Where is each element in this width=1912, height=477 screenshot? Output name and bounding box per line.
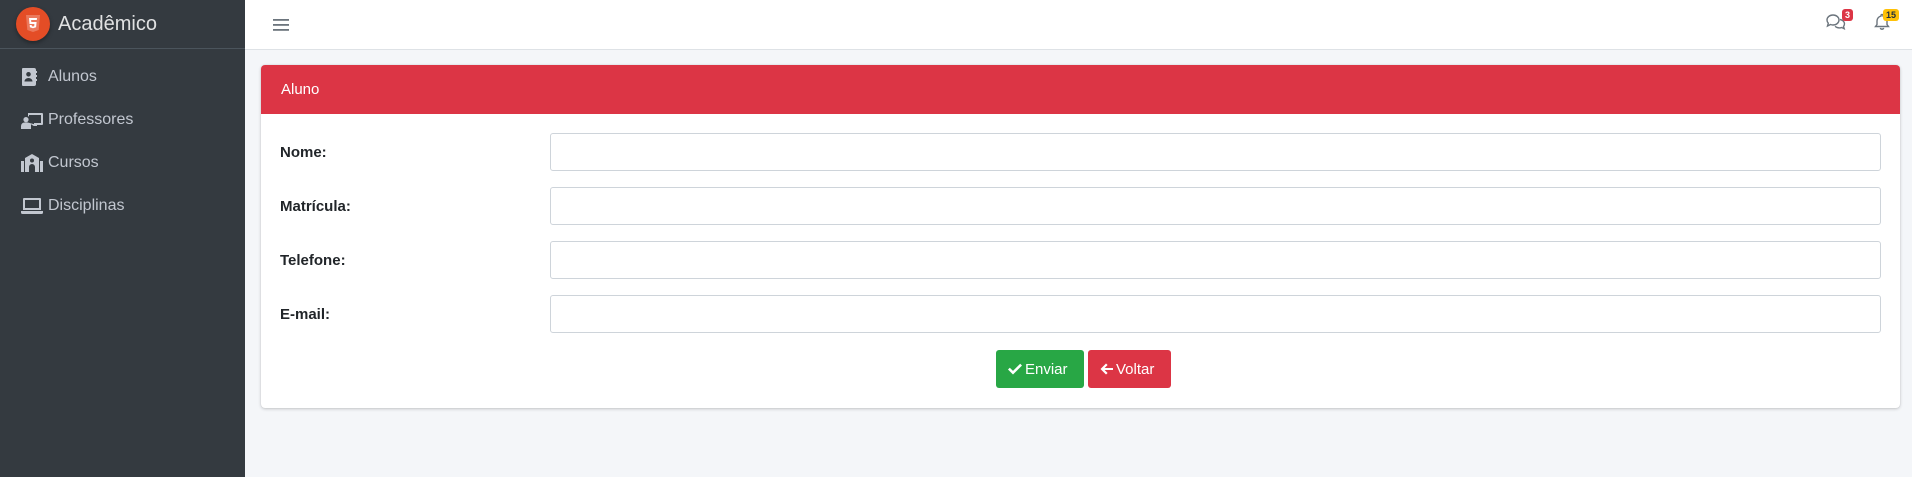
sidebar-item-label: Professores (48, 110, 134, 128)
brand-link[interactable]: Acadêmico (0, 0, 245, 49)
telefone-input[interactable] (550, 241, 1881, 279)
messages-button[interactable]: 3 (1823, 9, 1853, 37)
nome-label: Nome: (280, 144, 327, 161)
sidebar-item-label: Alunos (48, 67, 97, 85)
submit-button[interactable]: Enviar (996, 350, 1084, 388)
chalkboard-teacher-icon (21, 110, 43, 130)
back-button-label: Voltar (1116, 360, 1155, 378)
html5-icon (16, 7, 50, 41)
telefone-label: Telefone: (280, 252, 346, 269)
matricula-input[interactable] (550, 187, 1881, 225)
sidebar-item-label: Disciplinas (48, 196, 125, 214)
form-actions: Enviar Voltar (261, 350, 1900, 388)
sidebar-item-cursos[interactable]: Cursos (0, 141, 245, 184)
menu-toggle-icon[interactable] (269, 13, 293, 37)
messages-badge: 3 (1841, 9, 1853, 21)
form-row-nome: Nome: (261, 133, 1900, 173)
matricula-label: Matrícula: (280, 198, 351, 215)
back-button[interactable]: Voltar (1088, 350, 1171, 388)
sidebar-nav: Alunos Professores Cursos Disciplinas (0, 49, 245, 227)
notifications-button[interactable]: 15 (1869, 9, 1899, 37)
student-form-card: Aluno Nome: Matrícula: Telefone: E-mail:… (261, 65, 1900, 408)
card-title: Aluno (261, 65, 1900, 114)
school-icon (21, 153, 43, 173)
sidebar-item-label: Cursos (48, 153, 99, 171)
laptop-icon (21, 196, 43, 216)
brand-name: Acadêmico (58, 12, 157, 35)
form-row-telefone: Telefone: (261, 241, 1900, 281)
sidebar: Acadêmico Alunos Professores Cursos Disc… (0, 0, 245, 477)
notifications-badge: 15 (1882, 9, 1899, 21)
nome-input[interactable] (550, 133, 1881, 171)
sidebar-item-disciplinas[interactable]: Disciplinas (0, 184, 245, 227)
email-label: E-mail: (280, 306, 331, 323)
form-row-email: E-mail: (261, 295, 1900, 335)
sidebar-item-professores[interactable]: Professores (0, 98, 245, 141)
check-icon (1008, 363, 1022, 375)
email-input[interactable] (550, 295, 1881, 333)
form-row-matricula: Matrícula: (261, 187, 1900, 227)
submit-button-label: Enviar (1025, 360, 1068, 378)
address-book-icon (21, 67, 43, 87)
arrow-left-icon (1100, 363, 1113, 375)
top-navbar: 3 15 (245, 0, 1912, 50)
sidebar-item-alunos[interactable]: Alunos (0, 55, 245, 98)
